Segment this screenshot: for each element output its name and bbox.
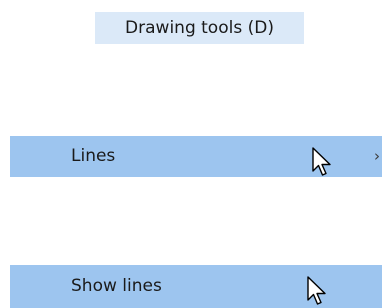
menu-item-lines-label: Lines xyxy=(71,146,116,166)
mouse-pointer-icon xyxy=(312,147,334,179)
chevron-right-icon: › xyxy=(374,147,380,165)
drawing-tools-tooltip: Drawing tools (D) xyxy=(95,12,304,44)
menu-item-show-lines-label: Show lines xyxy=(71,276,162,296)
tooltip-text: Drawing tools (D) xyxy=(125,18,274,38)
mouse-pointer-icon xyxy=(307,276,329,308)
